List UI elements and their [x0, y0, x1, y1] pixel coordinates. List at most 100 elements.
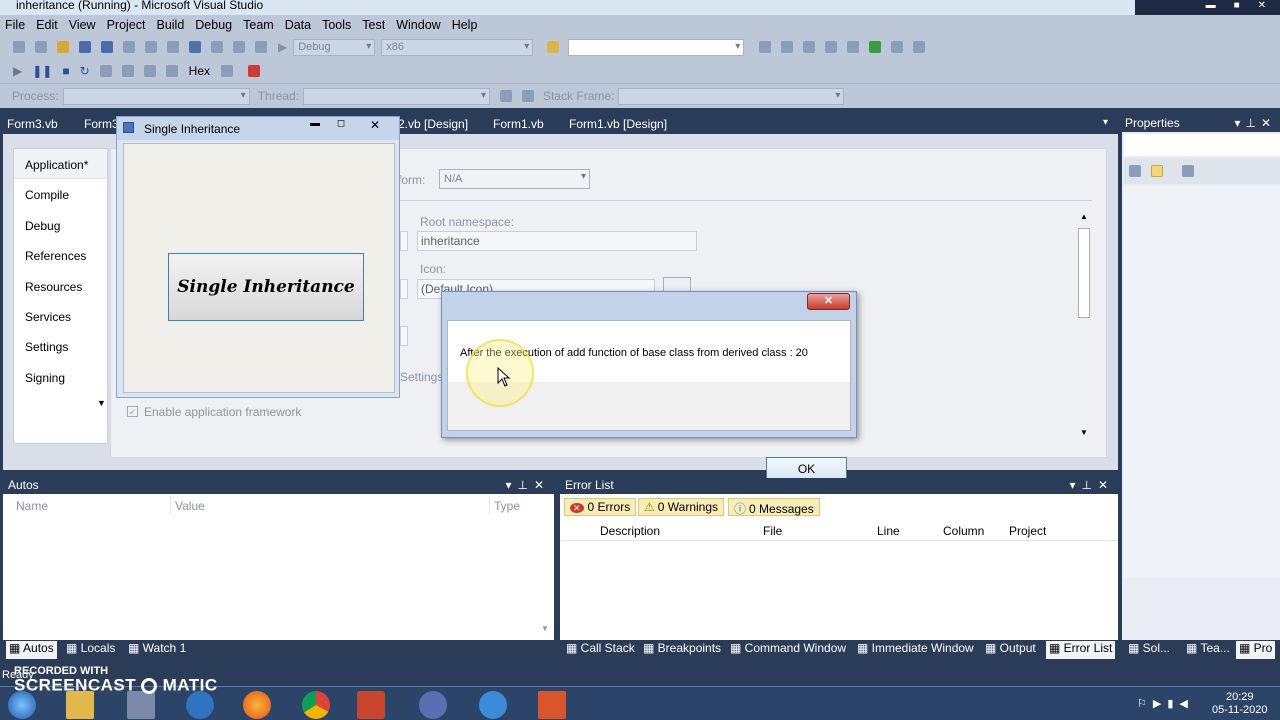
tab-command-window[interactable]: ▦ Command Window [730, 641, 846, 659]
chrome-icon[interactable] [302, 691, 330, 719]
start-button-icon[interactable] [8, 691, 36, 719]
add-item-icon[interactable] [35, 41, 47, 53]
nav-resources[interactable]: Resources [14, 271, 107, 301]
menu-build[interactable]: Build [151, 15, 190, 35]
tab-form3-vb[interactable]: Form3.vb [7, 117, 58, 131]
break-all-icon[interactable]: ❚❚ [32, 64, 52, 78]
toolbox-icon[interactable] [825, 41, 838, 53]
tab-locals[interactable]: ▦ Locals [66, 641, 115, 659]
continue-icon[interactable]: ▶ [13, 64, 22, 78]
save-icon[interactable] [79, 41, 91, 53]
flag-threads-icon[interactable] [522, 90, 535, 102]
autos-scroll-down-icon[interactable]: ▼ [541, 624, 549, 633]
stack-frame-select[interactable] [618, 87, 845, 105]
solution-config-select[interactable]: Debug [293, 38, 376, 56]
menu-view[interactable]: View [64, 15, 102, 35]
tab-autos[interactable]: ▦ Autos [6, 641, 57, 659]
open-icon[interactable] [57, 41, 69, 53]
navigate-back-icon[interactable] [233, 41, 245, 53]
col-line[interactable]: Line [877, 524, 900, 538]
copy-icon[interactable] [145, 41, 157, 53]
close-icon[interactable]: ✕ [1258, 0, 1266, 15]
menu-file[interactable]: File [0, 15, 31, 35]
target-form-select[interactable]: N/A [439, 169, 590, 189]
messages-filter-button[interactable]: ⓘ 0 Messages [728, 498, 820, 516]
thread-select[interactable] [303, 87, 491, 105]
menu-team[interactable]: Team [238, 15, 280, 35]
menu-project[interactable]: Project [102, 15, 152, 35]
nav-signing[interactable]: Signing [14, 362, 107, 392]
warnings-filter-button[interactable]: ⚠ 0 Warnings [638, 498, 725, 516]
find-combo[interactable] [568, 38, 745, 56]
paste-icon[interactable] [167, 41, 179, 53]
step-over-icon[interactable] [143, 65, 156, 77]
tab-team-explorer[interactable]: ▦ Tea... [1186, 641, 1230, 659]
error-list-pane-controls[interactable]: ▾⊥✕ [1069, 478, 1114, 492]
col-column[interactable]: Column [943, 524, 984, 538]
scrollbar-thumb[interactable] [1078, 228, 1090, 318]
tab-output[interactable]: ▦ Output [985, 641, 1036, 659]
redo-icon[interactable] [211, 41, 223, 53]
menu-edit[interactable]: Edit [31, 15, 64, 35]
menu-tools[interactable]: Tools [317, 15, 357, 35]
firefox-icon[interactable] [243, 691, 271, 719]
menu-help[interactable]: Help [447, 15, 484, 35]
menu-data[interactable]: Data [280, 15, 317, 35]
explorer-icon[interactable] [66, 691, 94, 719]
tab-watch1[interactable]: ▦ Watch 1 [128, 641, 186, 659]
find-in-files-icon[interactable] [547, 41, 560, 53]
autos-col-type[interactable]: Type [494, 499, 520, 513]
navigate-forward-icon[interactable] [255, 41, 267, 53]
menu-debug[interactable]: Debug [190, 15, 238, 35]
col-project[interactable]: Project [1009, 524, 1046, 538]
properties-object-select[interactable] [1124, 134, 1280, 156]
tab-call-stack[interactable]: ▦ Call Stack [566, 641, 635, 659]
solution-explorer-icon[interactable] [759, 41, 772, 53]
enable-framework-checkbox[interactable]: ✓ [127, 406, 138, 417]
taskbar-clock[interactable]: 20:29 05-11-2020 [1212, 691, 1267, 717]
show-next-statement-icon[interactable] [99, 65, 112, 77]
step-out-icon[interactable] [165, 65, 178, 77]
object-browser-icon[interactable] [803, 41, 816, 53]
tools-icon[interactable] [847, 41, 860, 53]
vertical-scrollbar[interactable]: ▲ ▼ [1077, 212, 1091, 440]
hex-button[interactable]: Hex [189, 64, 210, 78]
nav-application[interactable]: Application* [14, 149, 107, 180]
app-minimize-icon[interactable]: ▬ [302, 118, 328, 133]
start-icon[interactable]: ▶ [278, 40, 287, 54]
scroll-down-icon[interactable]: ▼ [1080, 428, 1088, 437]
platform-select[interactable]: x86 [381, 38, 534, 56]
start-page-icon[interactable] [891, 41, 904, 53]
tab-form3[interactable]: Form3 [84, 117, 119, 131]
step-into-icon[interactable] [121, 65, 134, 77]
categorized-icon[interactable] [1129, 165, 1141, 177]
maximize-icon[interactable]: ■ [1234, 0, 1240, 15]
tab-design[interactable]: 2.vb [Design] [398, 117, 468, 131]
powerpoint-icon[interactable] [357, 691, 385, 719]
tab-solution-explorer[interactable]: ▦ Sol... [1128, 641, 1170, 659]
cut-icon[interactable] [123, 41, 135, 53]
tab-form1-design[interactable]: Form1.vb [Design] [569, 117, 667, 131]
app-maximize-icon[interactable]: ◻ [328, 118, 354, 133]
menu-test[interactable]: Test [357, 15, 391, 35]
tab-form1-vb[interactable]: Form1.vb [493, 117, 544, 131]
visual-studio-icon[interactable] [419, 691, 447, 719]
tab-overflow-icon[interactable]: ▾ [1103, 117, 1108, 128]
ie-icon[interactable] [186, 691, 214, 719]
scroll-up-icon[interactable]: ▲ [1080, 212, 1088, 221]
nav-references[interactable]: References [14, 240, 107, 270]
process-select[interactable] [62, 87, 250, 105]
menu-window[interactable]: Window [391, 15, 446, 35]
autos-pane-controls[interactable]: ▾⊥✕ [505, 478, 550, 492]
col-file[interactable]: File [763, 524, 782, 538]
recorder-icon[interactable] [479, 691, 507, 719]
single-inheritance-button[interactable]: Single Inheritance [168, 253, 364, 321]
nav-compile[interactable]: Compile [14, 179, 107, 209]
nav-services[interactable]: Services [14, 301, 107, 331]
errors-filter-button[interactable]: ✕ 0 Errors [564, 498, 637, 516]
app-close-icon[interactable]: ✕ [357, 118, 393, 133]
new-project-icon[interactable] [13, 41, 25, 53]
view-settings-label[interactable]: Settings [400, 370, 443, 384]
extension-manager-icon[interactable] [869, 41, 882, 53]
app-form-icon[interactable] [538, 691, 566, 719]
